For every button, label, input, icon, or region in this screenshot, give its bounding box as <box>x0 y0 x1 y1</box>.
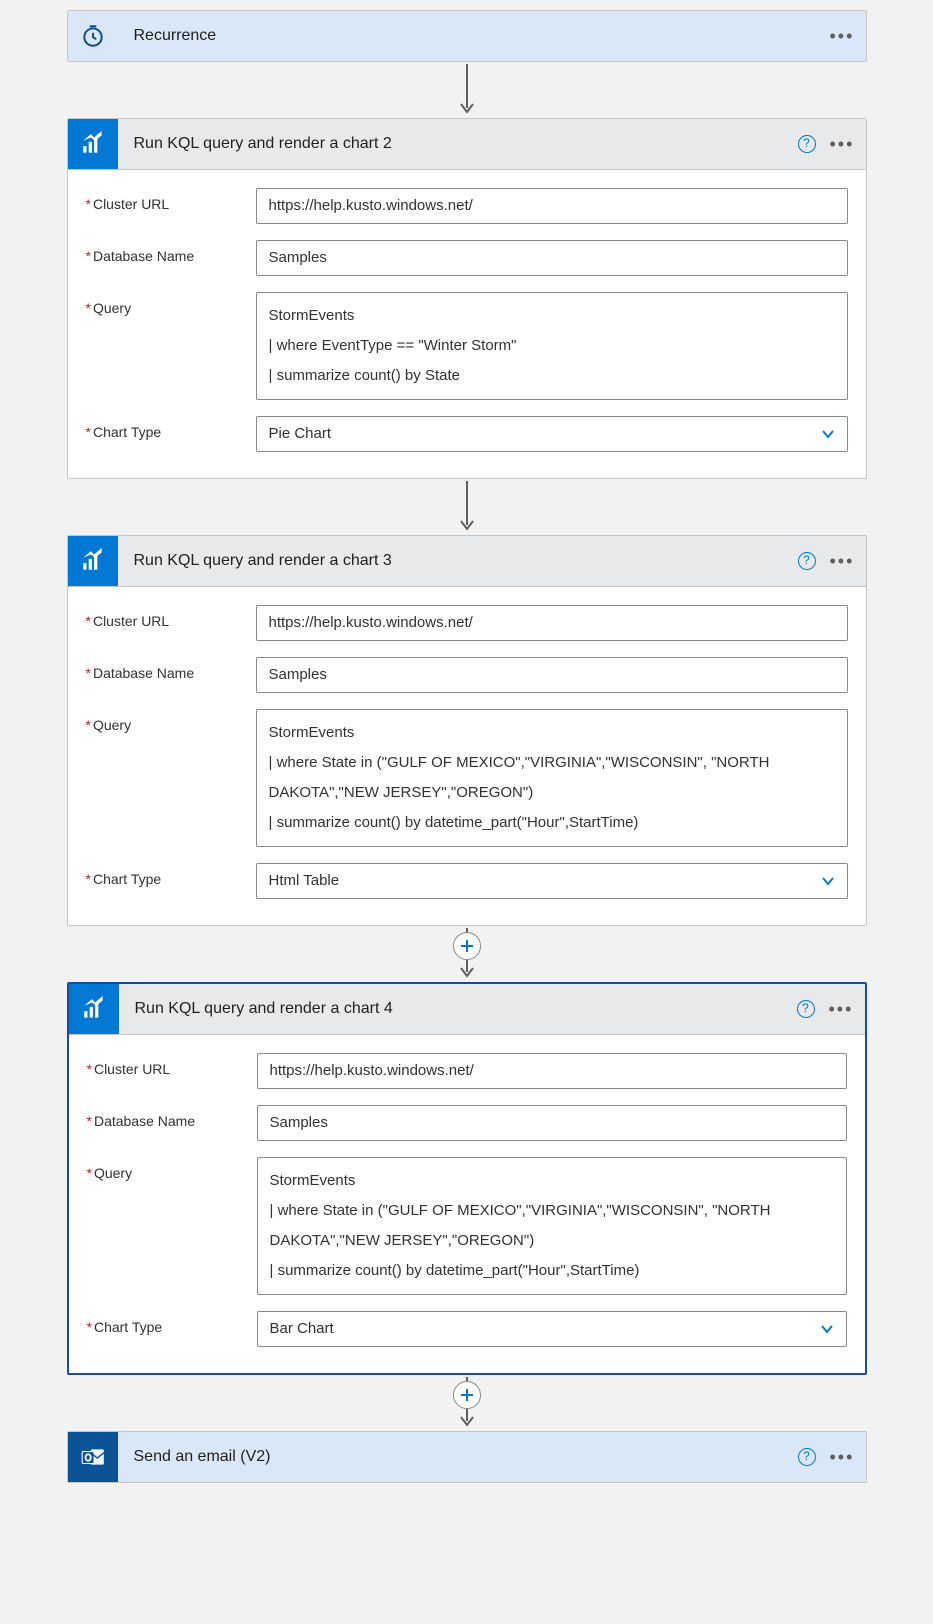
more-icon[interactable]: ••• <box>830 1453 854 1461</box>
chart-type-value: Html Table <box>269 872 340 889</box>
action-header[interactable]: Run KQL query and render a chart 3 ? ••• <box>68 536 866 587</box>
action-header[interactable]: Run KQL query and render a chart 4 ? ••• <box>69 984 865 1035</box>
connector-arrow <box>455 479 479 535</box>
action-title: Run KQL query and render a chart 3 <box>118 552 798 570</box>
database-name-label: *Database Name <box>86 657 256 681</box>
chart-type-select[interactable]: Pie Chart <box>256 416 848 452</box>
chart-type-label: *Chart Type <box>86 863 256 887</box>
database-name-input[interactable]: Samples <box>256 240 848 276</box>
action-body: *Cluster URL https://help.kusto.windows.… <box>69 1035 865 1373</box>
more-icon[interactable]: ••• <box>829 1005 853 1013</box>
query-input[interactable]: StormEvents | where State in ("GULF OF M… <box>257 1157 847 1295</box>
recurrence-icon <box>68 11 118 61</box>
action-body: *Cluster URL https://help.kusto.windows.… <box>68 587 866 925</box>
help-icon[interactable]: ? <box>798 135 816 153</box>
trigger-header[interactable]: Recurrence ••• <box>68 11 866 61</box>
database-name-input[interactable]: Samples <box>257 1105 847 1141</box>
chevron-down-icon <box>821 874 835 888</box>
action-header[interactable]: Run KQL query and render a chart 2 ? ••• <box>68 119 866 170</box>
add-step-button[interactable] <box>453 1381 481 1409</box>
help-icon[interactable]: ? <box>797 1000 815 1018</box>
cluster-url-input[interactable]: https://help.kusto.windows.net/ <box>256 188 848 224</box>
chart-type-value: Pie Chart <box>269 425 332 442</box>
action-body: *Cluster URL https://help.kusto.windows.… <box>68 170 866 478</box>
action-title: Run KQL query and render a chart 4 <box>119 1000 797 1018</box>
action-title: Send an email (V2) <box>118 1448 798 1466</box>
chevron-down-icon <box>821 427 835 441</box>
add-step-button[interactable] <box>453 932 481 960</box>
cluster-url-label: *Cluster URL <box>87 1053 257 1077</box>
action-card-kql-3[interactable]: Run KQL query and render a chart 3 ? •••… <box>67 535 867 926</box>
query-input[interactable]: StormEvents | where State in ("GULF OF M… <box>256 709 848 847</box>
cluster-url-label: *Cluster URL <box>86 188 256 212</box>
more-icon[interactable]: ••• <box>830 140 854 148</box>
action-title: Run KQL query and render a chart 2 <box>118 135 798 153</box>
query-label: *Query <box>87 1157 257 1181</box>
query-label: *Query <box>86 292 256 316</box>
action-card-send-email[interactable]: Send an email (V2) ? ••• <box>67 1431 867 1483</box>
chart-type-select[interactable]: Bar Chart <box>257 1311 847 1347</box>
cluster-url-input[interactable]: https://help.kusto.windows.net/ <box>257 1053 847 1089</box>
database-name-input[interactable]: Samples <box>256 657 848 693</box>
more-icon[interactable]: ••• <box>830 557 854 565</box>
cluster-url-label: *Cluster URL <box>86 605 256 629</box>
chart-type-label: *Chart Type <box>86 416 256 440</box>
trigger-card[interactable]: Recurrence ••• <box>67 10 867 62</box>
query-input[interactable]: StormEvents | where EventType == "Winter… <box>256 292 848 400</box>
action-card-kql-2[interactable]: Run KQL query and render a chart 2 ? •••… <box>67 118 867 479</box>
kusto-icon <box>68 536 118 586</box>
action-header[interactable]: Send an email (V2) ? ••• <box>68 1432 866 1482</box>
outlook-icon <box>68 1432 118 1482</box>
connector-arrow <box>455 62 479 118</box>
database-name-label: *Database Name <box>86 240 256 264</box>
connector-arrow <box>455 1375 479 1431</box>
query-label: *Query <box>86 709 256 733</box>
chart-type-label: *Chart Type <box>87 1311 257 1335</box>
chart-type-value: Bar Chart <box>270 1320 334 1337</box>
cluster-url-input[interactable]: https://help.kusto.windows.net/ <box>256 605 848 641</box>
more-icon[interactable]: ••• <box>830 32 854 40</box>
kusto-icon <box>68 119 118 169</box>
chevron-down-icon <box>820 1322 834 1336</box>
connector-arrow <box>455 926 479 982</box>
trigger-title: Recurrence <box>118 27 830 45</box>
action-card-kql-4[interactable]: Run KQL query and render a chart 4 ? •••… <box>67 982 867 1375</box>
help-icon[interactable]: ? <box>798 1448 816 1466</box>
kusto-icon <box>69 984 119 1034</box>
database-name-label: *Database Name <box>87 1105 257 1129</box>
help-icon[interactable]: ? <box>798 552 816 570</box>
chart-type-select[interactable]: Html Table <box>256 863 848 899</box>
